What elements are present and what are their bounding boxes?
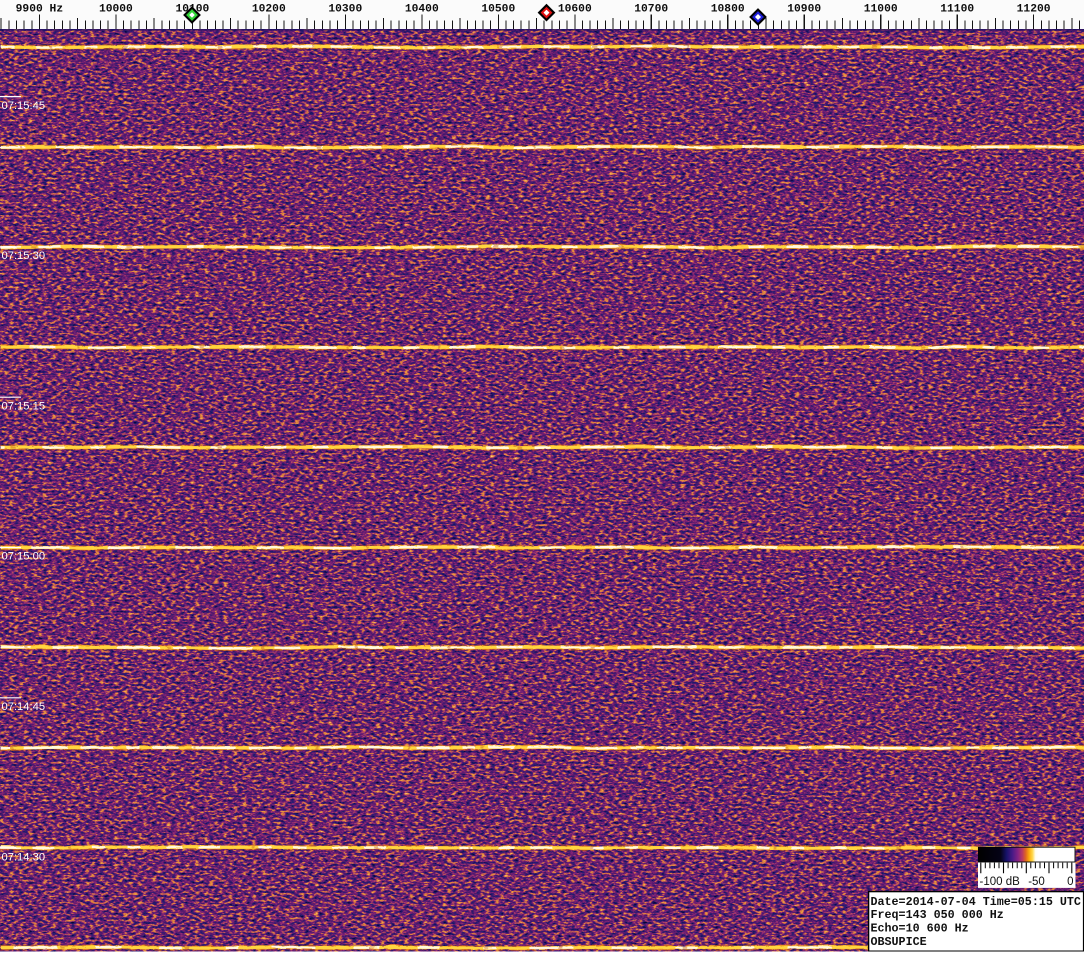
svg-text:10900: 10900 [787, 4, 821, 16]
svg-text:10500: 10500 [481, 4, 515, 16]
svg-text:10600: 10600 [558, 4, 592, 16]
svg-text:OBSUPICE: OBSUPICE [871, 935, 927, 949]
svg-text:Date=2014-07-04 Time=05:15 UTC: Date=2014-07-04 Time=05:15 UTC [871, 895, 1081, 909]
svg-text:10300: 10300 [328, 4, 362, 16]
svg-text:10400: 10400 [405, 4, 439, 16]
svg-text:07:15:45: 07:15:45 [2, 100, 46, 112]
svg-text:9900 Hz: 9900 Hz [16, 4, 63, 16]
svg-text:10200: 10200 [252, 4, 286, 16]
svg-text:10000: 10000 [99, 4, 133, 16]
svg-text:11100: 11100 [940, 4, 974, 16]
svg-text:07:15:30: 07:15:30 [2, 250, 46, 262]
svg-text:07:14:30: 07:14:30 [2, 851, 46, 863]
svg-text:07:15:15: 07:15:15 [2, 400, 46, 412]
svg-text:07:14:45: 07:14:45 [2, 701, 46, 713]
svg-text:07:15:00: 07:15:00 [2, 551, 46, 563]
svg-text:0: 0 [1067, 876, 1073, 888]
svg-text:-100 dB: -100 dB [980, 876, 1021, 888]
svg-text:Echo=10 600 Hz: Echo=10 600 Hz [871, 922, 969, 936]
svg-text:10800: 10800 [711, 4, 745, 16]
svg-text:11200: 11200 [1017, 4, 1051, 16]
svg-text:11000: 11000 [864, 4, 898, 16]
svg-text:10700: 10700 [634, 4, 668, 16]
svg-text:Freq=143 050 000 Hz: Freq=143 050 000 Hz [871, 908, 1004, 922]
svg-text:-50: -50 [1028, 876, 1045, 888]
